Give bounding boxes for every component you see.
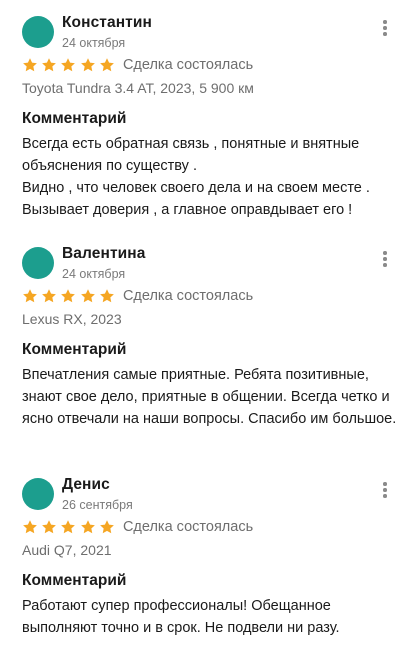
more-vertical-icon[interactable] — [379, 481, 391, 499]
rating-stars — [22, 57, 118, 73]
author-name: Константин — [62, 14, 152, 31]
car-info: Lexus RX, 2023 — [22, 311, 122, 327]
avatar — [22, 478, 54, 510]
star-icon — [22, 57, 38, 73]
comment-title: Комментарий — [22, 572, 127, 589]
star-icon — [41, 57, 57, 73]
rating-row: Сделка состоялась — [22, 287, 253, 305]
car-info: Audi Q7, 2021 — [22, 542, 112, 558]
comment-title: Комментарий — [22, 341, 127, 358]
review-card: Константин 24 октября Сделка состоялась … — [0, 0, 417, 218]
star-icon — [60, 57, 76, 73]
author-name: Денис — [62, 476, 110, 493]
deal-status: Сделка состоялась — [122, 519, 254, 535]
star-icon — [41, 519, 57, 535]
more-vertical-icon[interactable] — [379, 19, 391, 37]
review-date: 24 октября — [62, 36, 126, 50]
comment-text: Всегда есть обратная связь , понятные и … — [22, 136, 370, 218]
more-vertical-icon[interactable] — [379, 250, 391, 268]
comment-text: Работают супер профессионалы! Обещанное … — [22, 598, 340, 636]
avatar — [22, 247, 54, 279]
review-date: 24 октября — [62, 267, 126, 281]
star-icon — [22, 519, 38, 535]
review-header: Константин 24 октября — [0, 0, 417, 52]
rating-row: Сделка состоялась — [22, 56, 253, 74]
rating-stars — [22, 288, 118, 304]
avatar — [22, 16, 54, 48]
review-header: Валентина 24 октября — [0, 231, 417, 283]
deal-status: Сделка состоялась — [122, 288, 254, 304]
review-date: 26 сентября — [62, 498, 133, 512]
star-icon — [41, 288, 57, 304]
car-info: Toyota Tundra 3.4 AT, 2023, 5 900 км — [22, 80, 254, 96]
star-icon — [22, 288, 38, 304]
star-icon — [99, 288, 115, 304]
star-icon — [60, 288, 76, 304]
star-icon — [80, 519, 96, 535]
star-icon — [99, 57, 115, 73]
author-name: Валентина — [62, 245, 146, 262]
review-card: Денис 26 сентября Сделка состоялась Audi… — [0, 462, 417, 636]
star-icon — [60, 519, 76, 535]
comment-title: Комментарий — [22, 110, 127, 127]
star-icon — [99, 519, 115, 535]
rating-stars — [22, 519, 118, 535]
review-header: Денис 26 сентября — [0, 462, 417, 514]
star-icon — [80, 57, 96, 73]
deal-status: Сделка состоялась — [122, 57, 254, 73]
rating-row: Сделка состоялась — [22, 518, 253, 536]
review-card: Валентина 24 октября Сделка состоялась L… — [0, 231, 417, 427]
comment-text: Впечатления самые приятные. Ребята позит… — [22, 367, 397, 427]
star-icon — [80, 288, 96, 304]
